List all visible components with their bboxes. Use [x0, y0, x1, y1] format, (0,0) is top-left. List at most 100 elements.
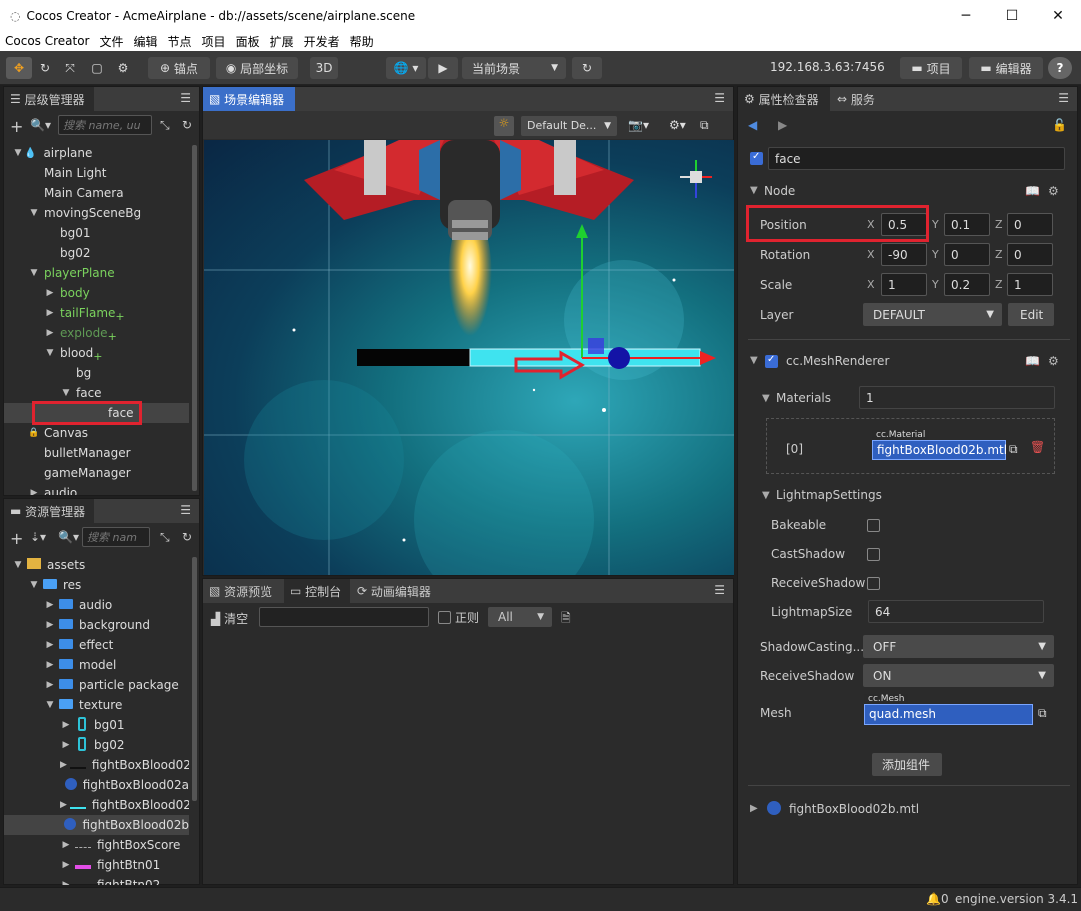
- hierarchy-node[interactable]: ▼ 💧 airplane: [4, 143, 189, 163]
- asset-item[interactable]: fightBoxBlood02b: [4, 815, 189, 835]
- menu-item[interactable]: 面板: [236, 33, 260, 50]
- console-filter-input[interactable]: [259, 607, 429, 627]
- shadowcasting-select[interactable]: OFF ▼: [863, 635, 1054, 658]
- clear-button[interactable]: ▟ 清空: [211, 610, 248, 627]
- expand-arrow-icon[interactable]: ▼: [12, 560, 24, 570]
- level-select[interactable]: All ▼: [488, 607, 552, 627]
- asset-item[interactable]: ▶ fightBtn02: [4, 875, 189, 885]
- materials-count-input[interactable]: 1: [859, 386, 1055, 409]
- panel-menu-icon[interactable]: ☰: [180, 503, 191, 517]
- panel-menu-icon[interactable]: ☰: [180, 91, 191, 105]
- menu-item[interactable]: Cocos Creator: [5, 34, 90, 48]
- hierarchy-node[interactable]: 🔒 Canvas: [4, 423, 189, 443]
- collapse-icon[interactable]: ⤡: [160, 530, 170, 545]
- collapse-arrow-icon[interactable]: ▼: [750, 355, 758, 366]
- hierarchy-node[interactable]: ▼ playerPlane: [4, 263, 189, 283]
- menu-item[interactable]: 扩展: [270, 33, 294, 50]
- expand-arrow-icon[interactable]: ▶: [60, 840, 72, 850]
- book-icon[interactable]: 📖: [1025, 354, 1040, 368]
- asset-item[interactable]: ▶ effect: [4, 635, 189, 655]
- refresh-icon[interactable]: ↻: [182, 118, 192, 132]
- expand-arrow-icon[interactable]: ▶: [60, 860, 72, 870]
- hierarchy-node[interactable]: Main Camera: [4, 183, 189, 203]
- gear-icon[interactable]: ⚙: [1048, 354, 1059, 368]
- platform-select[interactable]: 🌐 ▾: [386, 57, 426, 79]
- tab-hierarchy[interactable]: ☰ 层级管理器: [4, 87, 94, 111]
- collapse-arrow-icon[interactable]: ▼: [750, 185, 758, 196]
- expand-arrow-icon[interactable]: ▶: [60, 800, 67, 810]
- rotation-y-input[interactable]: 0: [944, 243, 990, 266]
- refresh-button[interactable]: ↻: [572, 57, 602, 79]
- hierarchy-node[interactable]: Main Light: [4, 163, 189, 183]
- material-asset-field[interactable]: fightBoxBlood02b.mtl: [872, 440, 1007, 460]
- scene-select[interactable]: 当前场景 ▼: [462, 57, 566, 79]
- locate-icon[interactable]: ⧉: [1009, 442, 1018, 457]
- hierarchy-node[interactable]: ▼ movingSceneBg: [4, 203, 189, 223]
- camera-icon[interactable]: 📷▾: [628, 118, 649, 132]
- collapse-arrow-icon[interactable]: ▼: [762, 490, 770, 501]
- minimize-button[interactable]: ─: [943, 0, 989, 31]
- mesh-asset-field[interactable]: quad.mesh: [864, 704, 1033, 725]
- rotate-tool-icon[interactable]: ↻: [34, 57, 56, 79]
- expand-arrow-icon[interactable]: ▶: [44, 680, 56, 690]
- forward-icon[interactable]: ▶: [778, 118, 787, 132]
- hierarchy-node[interactable]: bg01: [4, 223, 189, 243]
- expand-arrow-icon[interactable]: ▼: [28, 268, 40, 278]
- expand-arrow-icon[interactable]: ▼: [28, 580, 40, 590]
- menu-item[interactable]: 编辑: [134, 33, 158, 50]
- scale-tool-icon[interactable]: ⤧: [59, 57, 81, 79]
- expand-arrow-icon[interactable]: ▶: [44, 660, 56, 670]
- asset-item[interactable]: ▼ res: [4, 575, 189, 595]
- hierarchy-node[interactable]: ▼ face: [4, 383, 189, 403]
- maximize-button[interactable]: ☐: [989, 0, 1035, 31]
- menu-item[interactable]: 帮助: [350, 33, 374, 50]
- expand-arrow-icon[interactable]: ▶: [44, 600, 56, 610]
- asset-item[interactable]: fightBoxBlood02a: [4, 775, 189, 795]
- asset-item[interactable]: ▶ particle package: [4, 675, 189, 695]
- hierarchy-node[interactable]: ▶ audio: [4, 483, 189, 495]
- panel-menu-icon[interactable]: ☰: [1058, 91, 1069, 105]
- search-type-icon[interactable]: 🔍▾: [58, 530, 79, 544]
- asset-item[interactable]: ▶ audio: [4, 595, 189, 615]
- hierarchy-node[interactable]: ▶ tailFlame +: [4, 303, 189, 323]
- tab-animation[interactable]: ⟳ 动画编辑器: [351, 579, 443, 603]
- back-icon[interactable]: ◀: [748, 118, 757, 132]
- help-button[interactable]: ?: [1048, 57, 1072, 79]
- close-button[interactable]: ✕: [1035, 0, 1081, 31]
- asset-item[interactable]: ▼ texture: [4, 695, 189, 715]
- expand-arrow-icon[interactable]: ▼: [28, 208, 40, 218]
- expand-arrow-icon[interactable]: ▼: [44, 700, 56, 710]
- hierarchy-node[interactable]: ▶ explode +: [4, 323, 189, 343]
- receiveshadow-lm-checkbox[interactable]: [867, 577, 880, 590]
- book-icon[interactable]: 📖: [1025, 184, 1040, 198]
- add-component-button[interactable]: 添加组件: [872, 753, 942, 776]
- move-tool-icon[interactable]: ✥: [6, 57, 32, 79]
- collapse-icon[interactable]: ⤡: [160, 118, 170, 133]
- rect-tool-icon[interactable]: ▢: [86, 57, 108, 79]
- hierarchy-node[interactable]: gameManager: [4, 463, 189, 483]
- asset-item[interactable]: ▶ bg02: [4, 735, 189, 755]
- search-type-icon[interactable]: 🔍▾: [30, 118, 51, 132]
- tab-assets[interactable]: ▬ 资源管理器: [4, 499, 94, 523]
- expand-arrow-icon[interactable]: ▶: [750, 803, 758, 814]
- tab-console[interactable]: ▭ 控制台: [284, 579, 350, 603]
- node-active-checkbox[interactable]: [750, 151, 763, 165]
- asset-item[interactable]: ▶ fightBoxScore: [4, 835, 189, 855]
- expand-arrow-icon[interactable]: ▶: [44, 620, 56, 630]
- expand-arrow-icon[interactable]: ▶: [44, 640, 56, 650]
- scale-x-input[interactable]: 1: [881, 273, 927, 296]
- layer-select[interactable]: DEFAULT ▼: [863, 303, 1002, 326]
- scrollbar[interactable]: [192, 557, 197, 801]
- add-node-button[interactable]: +: [10, 117, 23, 136]
- panel-menu-icon[interactable]: ☰: [714, 583, 725, 597]
- lock-icon[interactable]: 🔓: [1052, 118, 1067, 132]
- asset-item[interactable]: ▶ model: [4, 655, 189, 675]
- expand-arrow-icon[interactable]: ▶: [44, 328, 56, 338]
- expand-arrow-icon[interactable]: ▶: [60, 740, 72, 750]
- menu-item[interactable]: 项目: [202, 33, 226, 50]
- menu-item[interactable]: 文件: [100, 33, 124, 50]
- asset-item[interactable]: ▶ fightBoxBlood02a: [4, 755, 189, 775]
- anchor-button[interactable]: ⊕ 锚点: [148, 57, 210, 79]
- tab-services[interactable]: ⇔ 服务: [831, 87, 887, 111]
- refresh-icon[interactable]: ↻: [182, 530, 192, 544]
